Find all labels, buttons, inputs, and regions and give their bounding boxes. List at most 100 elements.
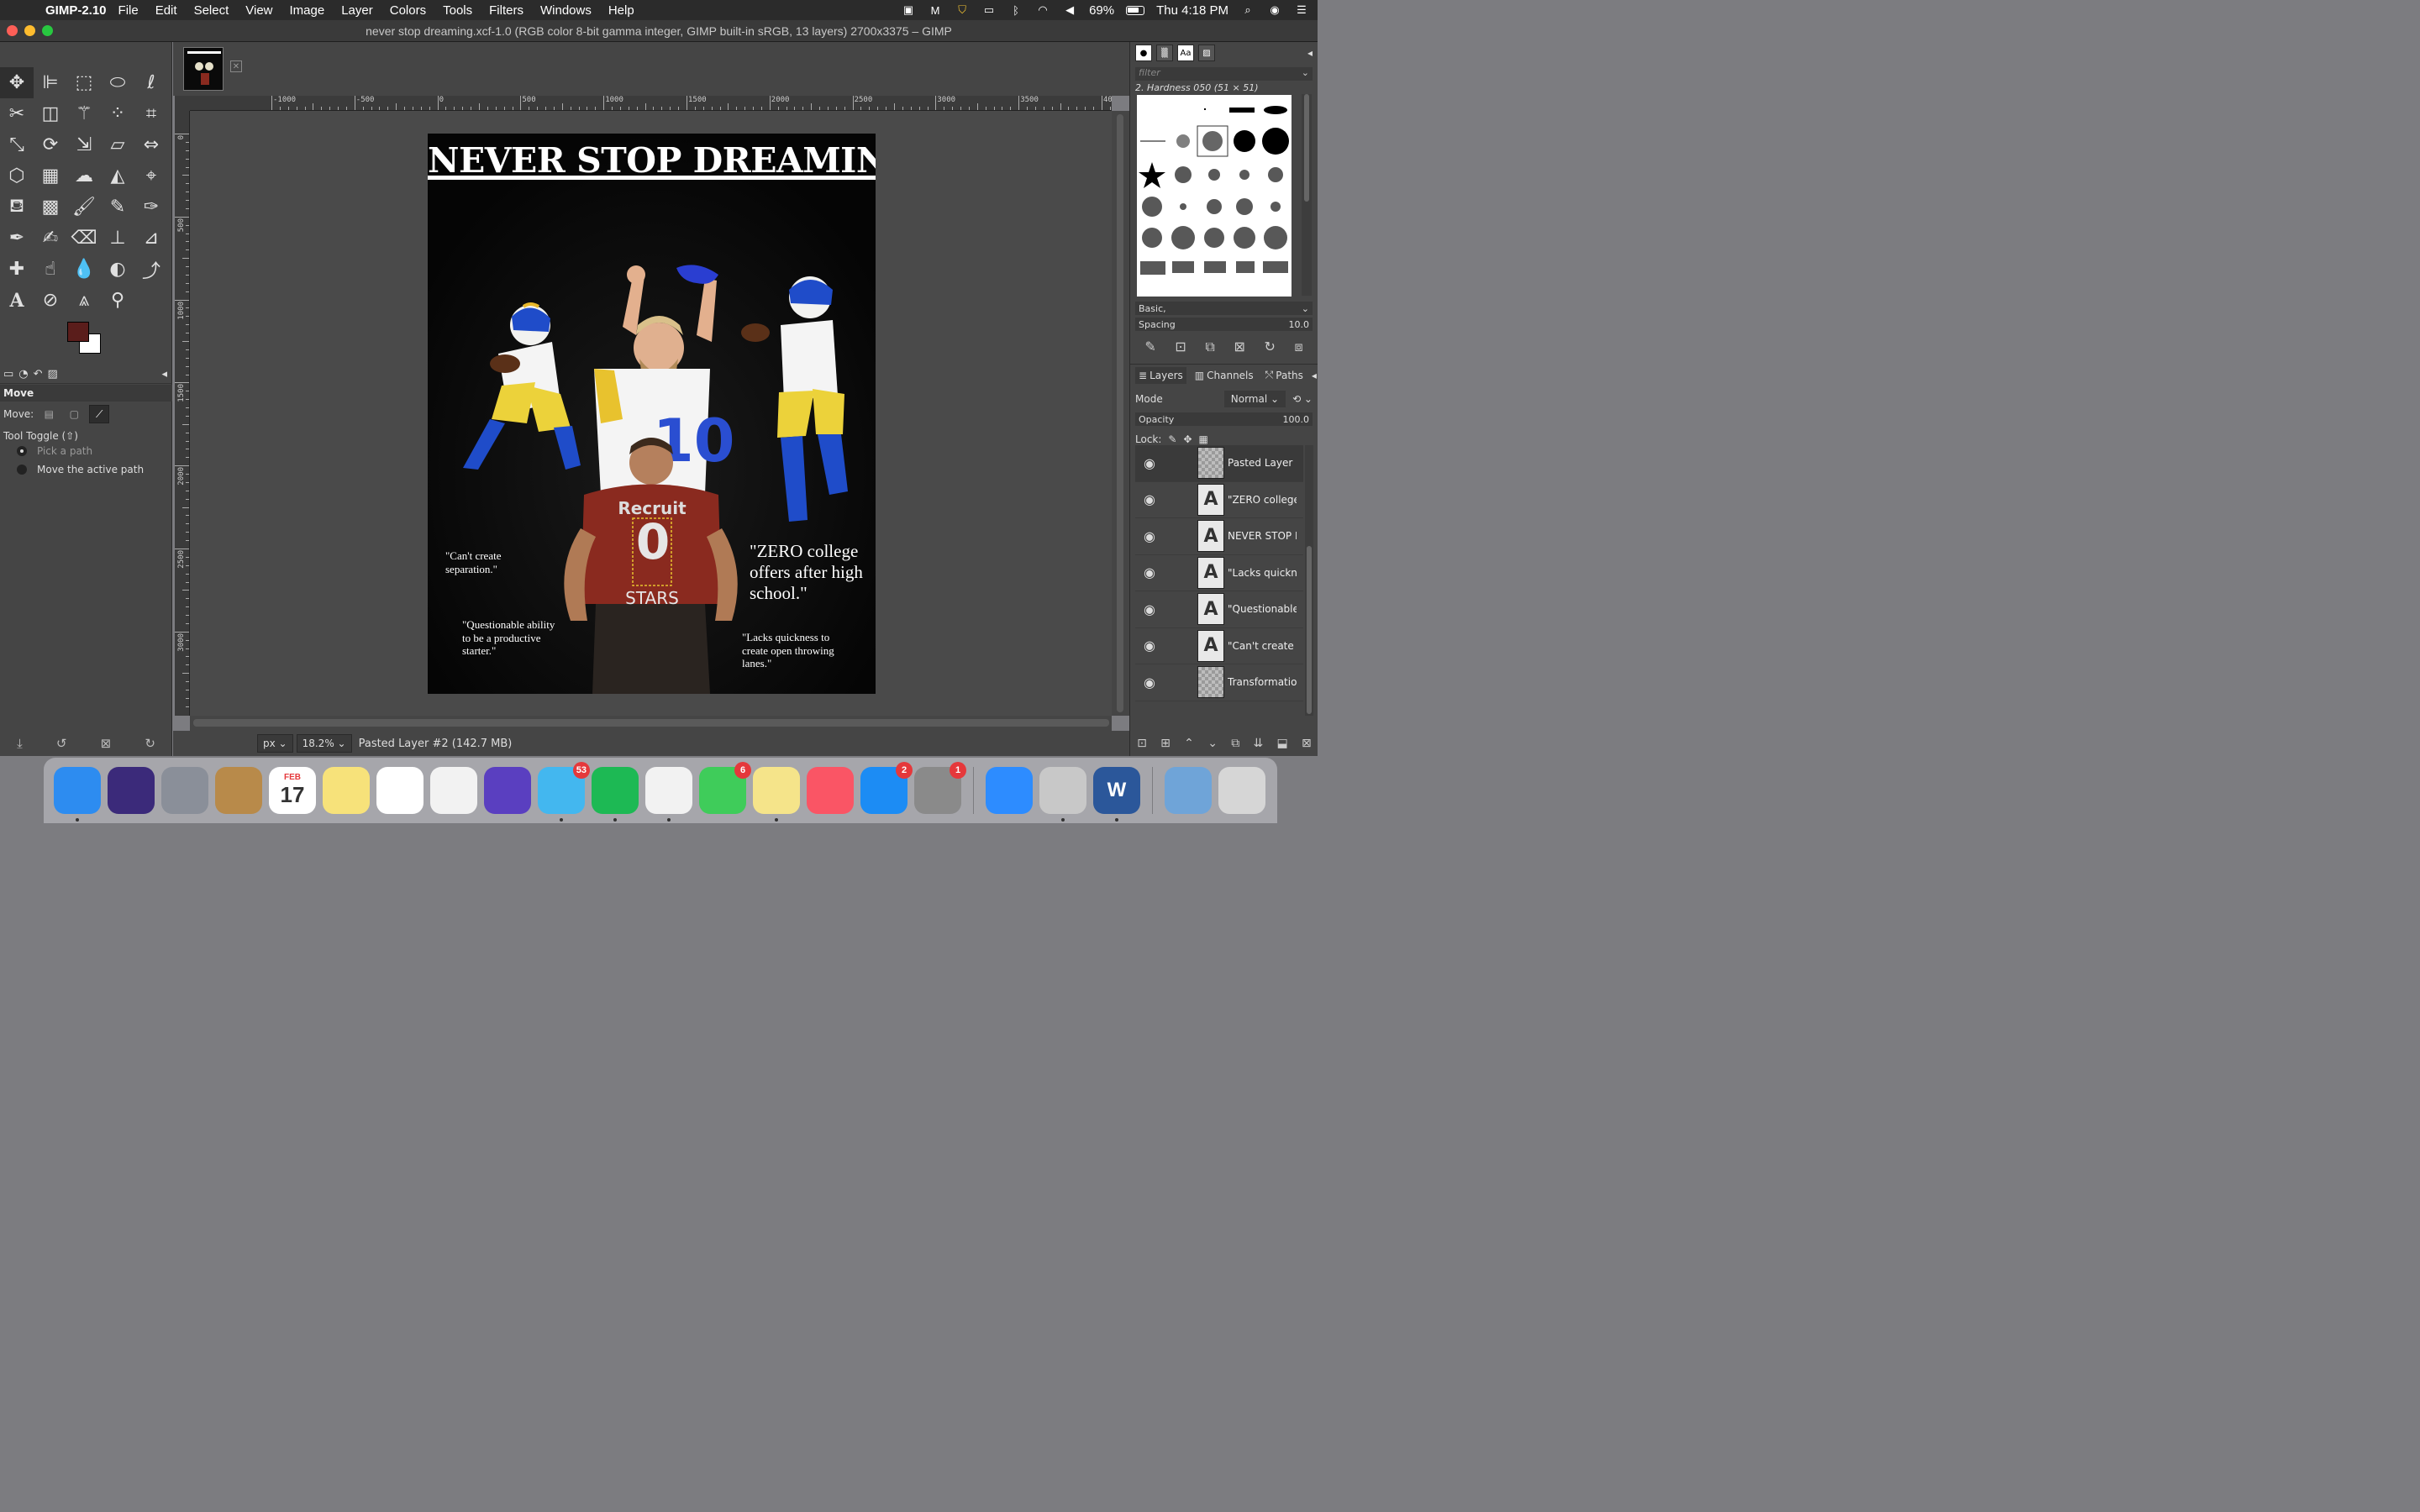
quick-mask-corner[interactable] xyxy=(175,96,190,111)
menu-file[interactable]: File xyxy=(118,3,139,18)
unified-transform-tool-icon[interactable]: ⤡ xyxy=(0,129,34,160)
layer-row[interactable]: ◉ A "Questionable a xyxy=(1135,591,1303,628)
clone-tool-icon[interactable]: ⊥ xyxy=(101,223,134,254)
menu-help[interactable]: Help xyxy=(608,3,634,18)
tab-menu-icon[interactable]: ◂ xyxy=(161,368,167,381)
lock-alpha-icon[interactable]: ▦ xyxy=(1199,433,1208,445)
flip-tool-icon[interactable]: ⇔ xyxy=(134,129,168,160)
filter-dropdown-icon[interactable]: ⌄ xyxy=(1302,67,1309,78)
menubar-clock[interactable]: Thu 4:18 PM xyxy=(1156,3,1228,18)
perspective-clone-tool-icon[interactable]: ⊿ xyxy=(134,223,168,254)
zoom-tool-icon[interactable]: ⚲ xyxy=(101,285,134,316)
tab-channels[interactable]: ▥ Channels xyxy=(1192,367,1257,384)
dock-app-facetime-icon[interactable]: 6 xyxy=(699,762,751,814)
perspective-tool-icon[interactable]: ⬡ xyxy=(0,160,34,192)
dock-app-app-store-icon[interactable]: 2 xyxy=(860,762,913,814)
rect-select-tool-icon[interactable]: ⬚ xyxy=(67,67,101,98)
dock-app-spotify-icon[interactable] xyxy=(592,767,639,822)
blur-tool-icon[interactable]: 💧 xyxy=(67,254,101,285)
dock-app-photos-icon[interactable] xyxy=(430,767,477,814)
close-image-tab-icon[interactable]: ✕ xyxy=(230,60,242,72)
pencil-tool-icon[interactable]: ✎ xyxy=(101,192,134,223)
dock-app-launchpad-icon[interactable] xyxy=(161,767,208,814)
move-selection-button[interactable]: ▢ xyxy=(64,405,84,423)
norton-shield-icon[interactable]: ⛉ xyxy=(955,3,970,16)
layer-row[interactable]: ◉ A "Can't create se xyxy=(1135,628,1303,664)
reset-options-icon[interactable]: ↻ xyxy=(145,736,155,751)
tab-paths[interactable]: ⤲ Paths xyxy=(1262,366,1307,384)
brush-scrollbar[interactable] xyxy=(1302,94,1312,296)
layer-mode-select[interactable]: Normal ⌄ xyxy=(1223,391,1286,407)
mode-switch-icon[interactable]: ⟲ ⌄ xyxy=(1292,393,1313,405)
measure-tool-icon[interactable]: ⩓ xyxy=(67,285,101,316)
warp-transform-tool-icon[interactable]: ☁ xyxy=(67,160,101,192)
fuzzy-select-tool-icon[interactable]: ⚚ xyxy=(67,98,101,129)
smudge-tool-icon[interactable]: ☝ xyxy=(34,254,67,285)
free-select-tool-icon[interactable]: ℓ xyxy=(134,67,168,98)
airplay-icon[interactable]: ▭ xyxy=(981,3,997,16)
menu-filters[interactable]: Filters xyxy=(489,3,523,18)
handle-transform-tool-icon[interactable]: ◭ xyxy=(101,160,134,192)
dock-app-stickies-icon[interactable] xyxy=(753,767,800,822)
visibility-eye-icon[interactable]: ◉ xyxy=(1135,455,1164,471)
raise-layer-icon[interactable]: ⌃ xyxy=(1184,737,1194,750)
align-tool-icon[interactable]: ⊫ xyxy=(34,67,67,98)
nindex-tool-icon[interactable]: ⌖ xyxy=(134,160,168,192)
images-tab-icon[interactable]: ▨ xyxy=(48,368,58,381)
app-menu[interactable]: GIMP-2.10 xyxy=(45,3,107,18)
document-history-tab-icon[interactable]: ▨ xyxy=(1198,45,1215,61)
move-layer-button[interactable]: ▤ xyxy=(39,405,59,423)
window-zoom-button[interactable] xyxy=(42,25,53,36)
siri-icon[interactable]: ◉ xyxy=(1267,3,1282,16)
brushes-tab-icon[interactable]: ● xyxy=(1135,45,1152,61)
layer-row[interactable]: ◉ Pasted Layer # xyxy=(1135,445,1303,482)
dock-app-system-preferences-icon[interactable]: 1 xyxy=(914,762,966,814)
menu-windows[interactable]: Windows xyxy=(540,3,592,18)
lock-position-icon[interactable]: ✥ xyxy=(1183,433,1192,445)
lock-pixels-icon[interactable]: ✎ xyxy=(1168,433,1176,445)
duplicate-brush-icon[interactable]: ⧉ xyxy=(1205,339,1214,355)
tool-options-tab-icon[interactable]: ▭ xyxy=(3,368,13,381)
edit-brush-icon[interactable]: ✎ xyxy=(1144,339,1155,355)
image-canvas[interactable]: 10 NEVER STOP DREAMIN Recruit 0 STARS "C… xyxy=(190,111,1112,716)
new-layer-group-icon[interactable]: ⊡ xyxy=(1137,737,1147,750)
visibility-eye-icon[interactable]: ◉ xyxy=(1135,564,1164,580)
visibility-eye-icon[interactable]: ◉ xyxy=(1135,675,1164,690)
scale-tool-icon[interactable]: ⇲ xyxy=(67,129,101,160)
new-brush-icon[interactable]: ⊡ xyxy=(1175,339,1186,355)
dock-app-gimp-icon[interactable] xyxy=(1039,767,1086,822)
ink-tool-icon[interactable]: ✒ xyxy=(0,223,34,254)
foreground-color-swatch[interactable] xyxy=(67,322,89,342)
scissors-select-tool-icon[interactable]: ✂ xyxy=(0,98,34,129)
move-active-path-radio[interactable] xyxy=(17,465,27,475)
new-layer-icon[interactable]: ⊞ xyxy=(1160,737,1171,750)
dock-app-contacts-icon[interactable] xyxy=(215,767,262,814)
dock-app-music-icon[interactable] xyxy=(807,767,854,814)
tab-layers[interactable]: ≣ Layers xyxy=(1135,366,1186,384)
menu-image[interactable]: Image xyxy=(290,3,325,18)
malwarebytes-icon[interactable]: M xyxy=(928,4,943,17)
brush-filter-input[interactable]: filter ⌄ xyxy=(1135,67,1313,81)
volume-icon[interactable]: ◀ xyxy=(1062,3,1077,16)
mypaint-brush-tool-icon[interactable]: ✍ xyxy=(34,223,67,254)
bluetooth-icon[interactable]: ᛒ xyxy=(1008,4,1023,17)
merge-layer-icon[interactable]: ⬓ xyxy=(1277,737,1288,750)
dock-app-imovie-icon[interactable] xyxy=(484,767,531,814)
dock-app-calendar-icon[interactable]: FEB 17 xyxy=(269,767,316,814)
eraser-tool-icon[interactable]: ⌫ xyxy=(67,223,101,254)
visibility-eye-icon[interactable]: ◉ xyxy=(1135,528,1164,544)
bucket-fill-tool-icon[interactable]: ⛾ xyxy=(0,192,34,223)
layers-tab-menu-icon[interactable]: ◂ xyxy=(1312,370,1317,381)
ellipse-select-tool-icon[interactable]: ⬭ xyxy=(101,67,134,98)
layer-row[interactable]: ◉ Transformation xyxy=(1135,664,1303,701)
menu-edit[interactable]: Edit xyxy=(155,3,177,18)
dodge-burn-tool-icon[interactable]: ◐ xyxy=(101,254,134,285)
rotate-tool-icon[interactable]: ⟳ xyxy=(34,129,67,160)
save-options-icon[interactable]: ⤓ xyxy=(17,736,23,751)
menu-layer[interactable]: Layer xyxy=(341,3,373,18)
canvas-vertical-scrollbar[interactable] xyxy=(1112,111,1129,716)
spotlight-search-icon[interactable]: ⌕ xyxy=(1240,3,1255,16)
color-select-tool-icon[interactable]: ⁘ xyxy=(101,98,134,129)
paintbrush-tool-icon[interactable]: 🖌 xyxy=(67,192,101,223)
menu-tools[interactable]: Tools xyxy=(443,3,472,18)
